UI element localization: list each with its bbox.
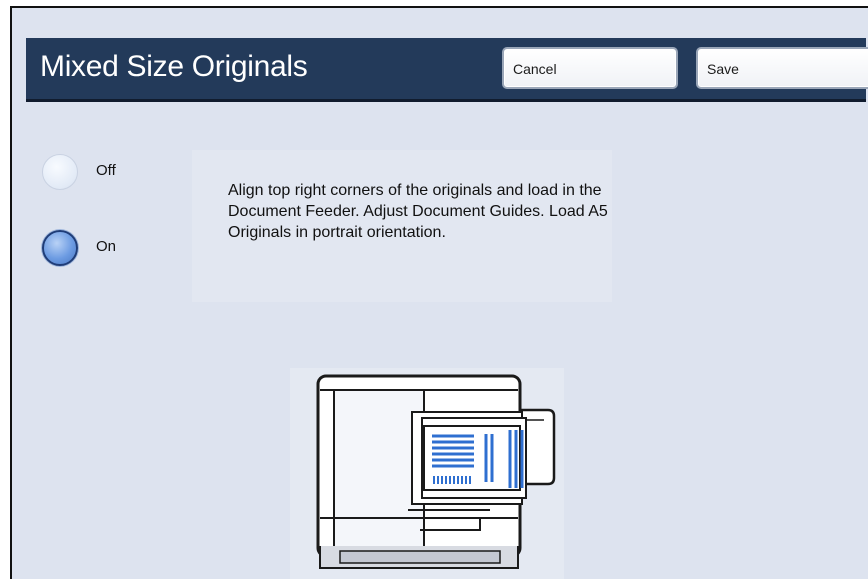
title-bar: Mixed Size Originals Cancel Save [26, 38, 868, 102]
on-radio[interactable] [42, 230, 78, 266]
instructions-text: Align top right corners of the originals… [228, 182, 608, 241]
document-feeder-icon [316, 374, 556, 569]
instructions-panel: Align top right corners of the originals… [192, 150, 612, 302]
save-button[interactable]: Save [696, 47, 868, 89]
mixed-size-originals-screen: Mixed Size Originals Cancel Save Off On … [10, 6, 868, 579]
cancel-button[interactable]: Cancel [502, 47, 678, 89]
page-title: Mixed Size Originals [40, 50, 308, 83]
illustration-panel [290, 368, 564, 579]
off-label: Off [96, 162, 116, 179]
on-label: On [96, 238, 117, 255]
off-radio[interactable] [42, 154, 78, 190]
